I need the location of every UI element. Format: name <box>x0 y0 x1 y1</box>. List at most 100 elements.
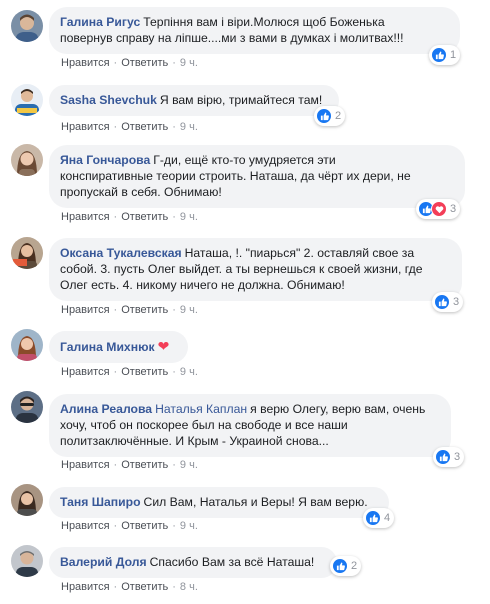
comment-text: я верю Олегу, верю вам, очень <box>250 402 426 416</box>
avatar[interactable] <box>11 10 43 42</box>
comment-text: конспиративные теории строить. Наташа, д… <box>60 169 411 183</box>
thumbs-up-icon <box>365 510 381 526</box>
reaction-summary[interactable]: 1 <box>429 45 461 65</box>
like-link[interactable]: Нравится <box>61 57 110 69</box>
like-link[interactable]: Нравится <box>61 304 110 316</box>
avatar[interactable] <box>11 84 43 116</box>
avatar[interactable] <box>11 484 43 516</box>
reaction-count: 3 <box>450 203 457 215</box>
separator: · <box>113 581 118 593</box>
reaction-count: 2 <box>335 110 342 122</box>
comment-bubble: Алина Реалова Наталья Каплан я верю Олегу,… <box>49 394 451 457</box>
like-link[interactable]: Нравится <box>61 581 110 593</box>
avatar[interactable] <box>11 391 43 423</box>
reply-link[interactable]: Ответить <box>121 366 168 378</box>
separator: · <box>113 366 118 378</box>
comment-actions: Нравится · Ответить · 9 ч. <box>61 56 198 70</box>
reaction-summary[interactable]: 3 <box>432 292 464 312</box>
reply-link[interactable]: Ответить <box>121 520 168 532</box>
reaction-summary[interactable]: 4 <box>363 508 395 528</box>
comment-actions: Нравится · Ответить · 9 ч. <box>61 365 198 379</box>
thumbs-up-icon <box>434 294 450 310</box>
heart-icon <box>431 201 447 217</box>
comment-text: Олег есть. 4. никому ничего не должна. О… <box>60 278 345 292</box>
comment-author[interactable]: Алина Реалова <box>60 402 152 416</box>
comment-author[interactable]: Яна Гончарова <box>60 153 150 167</box>
avatar[interactable] <box>11 545 43 577</box>
avatar[interactable] <box>11 329 43 361</box>
comment-text: политзаключённые. И Крым - Украиной снов… <box>60 434 329 448</box>
comment-text: Сил Вам, Наталья и Веры! Я вам верю. <box>143 495 368 509</box>
reaction-count: 3 <box>453 296 460 308</box>
comment-author[interactable]: Таня Шапиро <box>60 495 141 509</box>
reply-link[interactable]: Ответить <box>121 211 168 223</box>
reaction-count: 4 <box>384 512 391 524</box>
timestamp[interactable]: 9 ч. <box>180 57 198 69</box>
comment-text: собой. 3. пусть Олег выйдет. а ты вернеш… <box>60 262 423 276</box>
reply-link[interactable]: Ответить <box>121 581 168 593</box>
timestamp[interactable]: 9 ч. <box>180 366 198 378</box>
timestamp[interactable]: 8 ч. <box>180 581 198 593</box>
like-link[interactable]: Нравится <box>61 211 110 223</box>
separator: · <box>113 520 118 532</box>
separator: · <box>113 211 118 223</box>
timestamp[interactable]: 9 ч. <box>180 304 198 316</box>
separator: · <box>172 57 176 69</box>
comment-text: Терпіння вам і віри.Молюся щоб Боженька <box>143 15 385 29</box>
comment-bubble: Галина Ригус Терпіння вам і віри.Молюся щ… <box>49 7 460 54</box>
reaction-summary[interactable]: 3 <box>416 199 461 219</box>
mentioned-user-link[interactable]: Наталья Каплан <box>155 402 247 416</box>
comment-actions: Нравится · Ответить · 9 ч. <box>61 458 198 472</box>
separator: · <box>172 459 176 471</box>
comment-author[interactable]: Валерий Доля <box>60 555 147 569</box>
comment-author[interactable]: Оксана Тукалевская <box>60 246 182 260</box>
reply-link[interactable]: Ответить <box>121 57 168 69</box>
separator: · <box>113 121 118 133</box>
reaction-count: 1 <box>450 49 457 61</box>
separator: · <box>113 304 118 316</box>
reaction-summary[interactable]: 2 <box>330 556 362 576</box>
comment-bubble: Таня Шапиро Сил Вам, Наталья и Веры! Я ва… <box>49 487 389 518</box>
reaction-summary[interactable]: 2 <box>314 106 346 126</box>
comment-text: Г-ди, ещё кто-то умудряется эти <box>153 153 336 167</box>
timestamp[interactable]: 9 ч. <box>180 121 198 133</box>
comment-author[interactable]: Галина Ригус <box>60 15 140 29</box>
comment-actions: Нравится · Ответить · 9 ч. <box>61 120 198 134</box>
timestamp[interactable]: 9 ч. <box>180 211 198 223</box>
like-link[interactable]: Нравится <box>61 520 110 532</box>
timestamp[interactable]: 9 ч. <box>180 459 198 471</box>
separator: · <box>172 121 176 133</box>
comment-text: хочу, чтоб он поскорее был на свободе и … <box>60 418 348 432</box>
comment-bubble: Галина Михнюк ❤ <box>49 331 188 363</box>
heart-emoji-icon: ❤ <box>157 338 170 354</box>
comment-text: Спасибо Вам за всё Наташа! <box>149 555 315 569</box>
comment-actions: Нравится · Ответить · 9 ч. <box>61 210 198 224</box>
comment-author[interactable]: Sasha Shevchuk <box>60 93 157 107</box>
separator: · <box>113 459 118 471</box>
comment-text: повернув справу на ліпше....ми з вами в … <box>60 31 404 45</box>
comment-text: Наташа, !. "пиарься" 2. оставляй свое за <box>184 246 415 260</box>
timestamp[interactable]: 9 ч. <box>180 520 198 532</box>
separator: · <box>172 304 176 316</box>
comment-bubble: Валерий Доля Спасибо Вам за всё Наташа! <box>49 547 337 578</box>
reply-link[interactable]: Ответить <box>121 304 168 316</box>
like-link[interactable]: Нравится <box>61 366 110 378</box>
comment-actions: Нравится · Ответить · 8 ч. <box>61 580 198 594</box>
reaction-summary[interactable]: 3 <box>433 447 465 467</box>
like-link[interactable]: Нравится <box>61 459 110 471</box>
thumbs-up-icon <box>332 558 348 574</box>
reply-link[interactable]: Ответить <box>121 459 168 471</box>
comment-bubble: Оксана Тукалевская Наташа, !. "пиарься" 2… <box>49 238 462 301</box>
separator: · <box>113 57 118 69</box>
separator: · <box>172 520 176 532</box>
separator: · <box>172 211 176 223</box>
thumbs-up-icon <box>431 47 447 63</box>
comment-actions: Нравится · Ответить · 9 ч. <box>61 303 198 317</box>
comment-author[interactable]: Галина Михнюк <box>60 340 155 354</box>
comment-bubble: Sasha Shevchuk Я вам вірю, тримайтеся там… <box>49 85 339 116</box>
avatar[interactable] <box>11 237 43 269</box>
like-link[interactable]: Нравится <box>61 121 110 133</box>
reply-link[interactable]: Ответить <box>121 121 168 133</box>
thumbs-up-icon <box>435 449 451 465</box>
avatar[interactable] <box>11 144 43 176</box>
